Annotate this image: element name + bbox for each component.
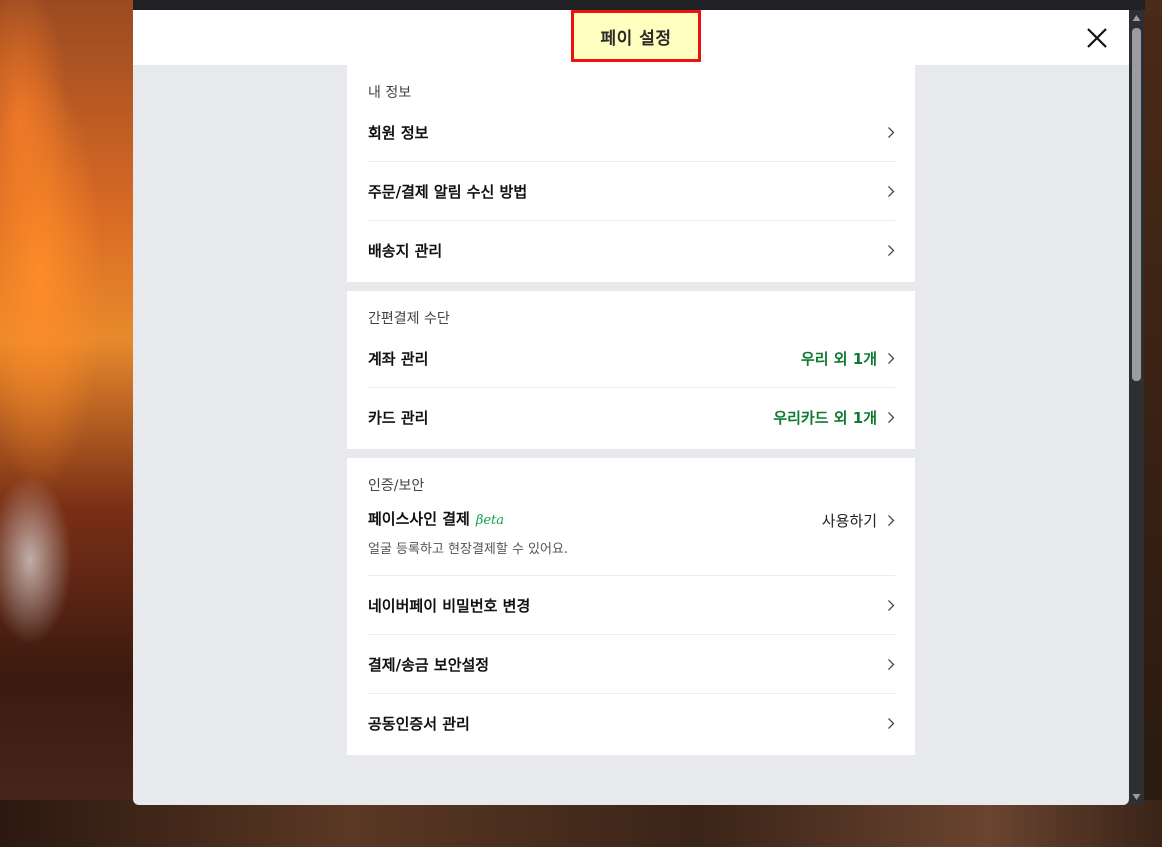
section-title: 내 정보 (368, 85, 412, 101)
settings-list: 내 정보 회원 정보 주문/결제 알림 수신 방법 배송지 관리 간편결제 수단… (347, 65, 915, 755)
desktop-wallpaper-right (1144, 0, 1162, 800)
scroll-up-arrow-icon[interactable] (1132, 14, 1141, 22)
menu-item-value: 우리카드 외 1개 (773, 409, 877, 427)
chevron-right-icon (888, 658, 895, 670)
close-icon (1087, 28, 1107, 48)
menu-item-label: 주문/결제 알림 수신 방법 (368, 182, 528, 201)
menu-item-shipping-address[interactable]: 배송지 관리 (368, 221, 895, 280)
modal-header: 페이 설정 (133, 10, 1129, 65)
section-title: 간편결제 수단 (368, 311, 450, 327)
menu-item-member-info[interactable]: 회원 정보 (368, 103, 895, 162)
scrollbar-thumb[interactable] (1132, 28, 1141, 381)
section-my-info: 내 정보 회원 정보 주문/결제 알림 수신 방법 배송지 관리 (347, 65, 915, 282)
chevron-right-icon (888, 599, 895, 611)
chevron-right-icon (888, 352, 895, 364)
menu-item-security-settings[interactable]: 결제/송금 보안설정 (368, 635, 895, 694)
menu-item-change-password[interactable]: 네이버페이 비밀번호 변경 (368, 576, 895, 635)
section-divider (347, 282, 915, 291)
chevron-right-icon (888, 718, 895, 729)
section-payment-methods: 간편결제 수단 계좌 관리 우리 외 1개 카드 관리 우리카드 외 1개 (347, 291, 915, 449)
menu-item-description: 얼굴 등록하고 현장결제할 수 있어요. (368, 542, 569, 557)
menu-item-value: 우리 외 1개 (800, 349, 877, 368)
chevron-right-icon (888, 245, 895, 256)
menu-item-label: 결제/송금 보안설정 (368, 655, 490, 674)
beta-badge: βeta (475, 513, 505, 528)
section-security: 인증/보안 페이스사인 결제 βeta 얼굴 등록하고 현장결제할 수 있어요. … (347, 458, 915, 755)
close-button[interactable] (1083, 24, 1111, 52)
chevron-right-icon (888, 412, 895, 423)
menu-item-notification-method[interactable]: 주문/결제 알림 수신 방법 (368, 162, 895, 221)
menu-item-facesign-payment[interactable]: 페이스사인 결제 βeta 얼굴 등록하고 현장결제할 수 있어요. 사용하기 (368, 496, 895, 576)
menu-item-card-management[interactable]: 카드 관리 우리카드 외 1개 (368, 388, 895, 447)
section-title: 인증/보안 (368, 478, 425, 494)
menu-item-label: 배송지 관리 (368, 242, 443, 260)
chevron-right-icon (888, 126, 895, 138)
menu-item-certificate-management[interactable]: 공동인증서 관리 (368, 694, 895, 753)
menu-item-label: 네이버페이 비밀번호 변경 (368, 596, 531, 615)
pay-settings-modal: 페이 설정 내 정보 회원 정보 주문/결제 알림 수신 방법 배송지 관리 간… (133, 10, 1129, 805)
menu-item-label: 페이스사인 결제 (368, 510, 470, 528)
section-divider (347, 449, 915, 458)
chevron-right-icon (888, 515, 895, 526)
chevron-right-icon (888, 185, 895, 197)
menu-item-label: 공동인증서 관리 (368, 715, 470, 733)
modal-title-highlight: 페이 설정 (571, 10, 701, 62)
facesign-text-group: 페이스사인 결제 βeta 얼굴 등록하고 현장결제할 수 있어요. (368, 508, 568, 557)
window-top-bar (133, 0, 1145, 10)
menu-item-account-management[interactable]: 계좌 관리 우리 외 1개 (368, 329, 895, 388)
vertical-scrollbar[interactable] (1129, 10, 1144, 805)
menu-item-label: 회원 정보 (368, 123, 429, 142)
modal-title: 페이 설정 (600, 28, 672, 49)
menu-item-value: 사용하기 (821, 512, 877, 530)
desktop-wallpaper-bottom (0, 800, 1162, 847)
menu-item-label: 카드 관리 (368, 409, 429, 427)
menu-item-label: 계좌 관리 (368, 349, 429, 368)
scroll-down-arrow-icon[interactable] (1132, 793, 1141, 801)
